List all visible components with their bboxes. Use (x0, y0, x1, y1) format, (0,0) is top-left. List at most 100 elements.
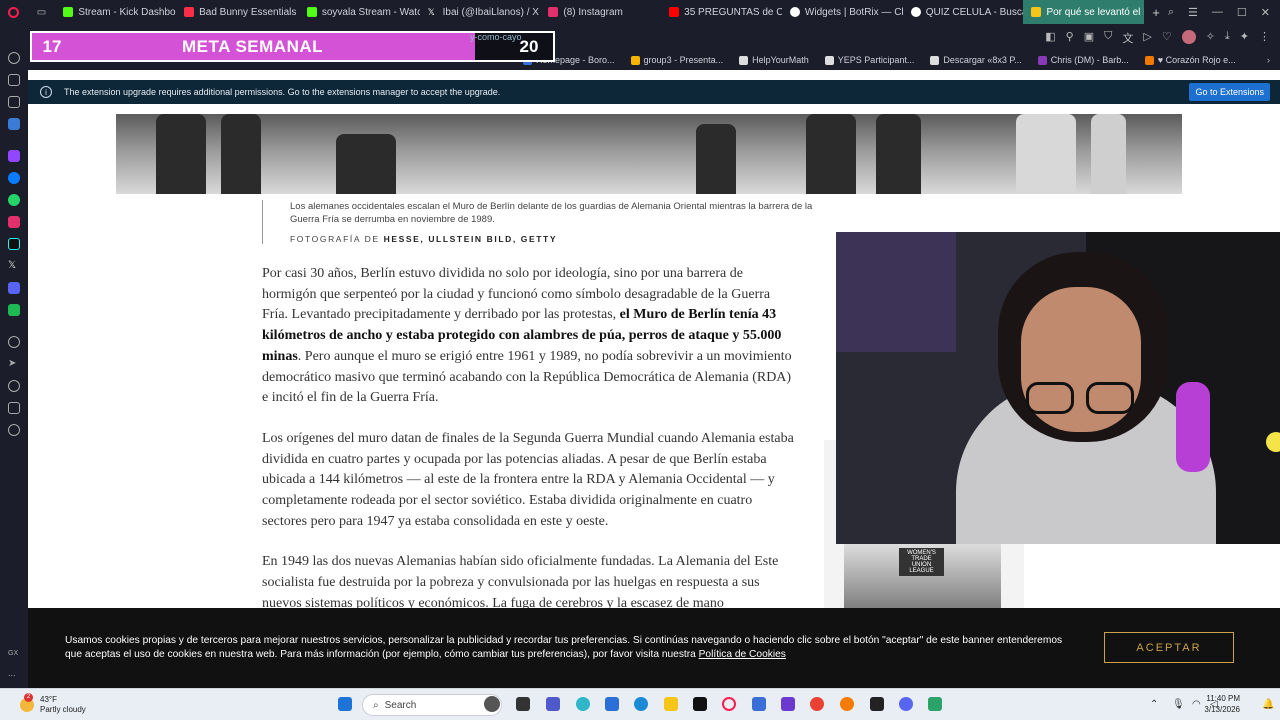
task-view-icon[interactable] (516, 697, 530, 711)
bookmark-chris[interactable]: Chris (DM) - Barb... (1030, 55, 1137, 65)
avatar[interactable] (1181, 30, 1196, 44)
teams-icon[interactable] (546, 697, 560, 711)
apple-music-icon (184, 7, 195, 17)
tab-bad-bunny[interactable]: Bad Bunny Essentials (176, 0, 299, 24)
twitch-icon[interactable] (8, 150, 20, 162)
game-icon[interactable] (870, 697, 884, 711)
bookmarks-more-icon[interactable]: › (1267, 55, 1280, 65)
tab-youtube[interactable]: 35 PREGUNTAS de CULT (661, 0, 782, 24)
file-explorer-icon[interactable] (664, 697, 678, 711)
search-highlight-icon[interactable] (484, 696, 500, 712)
maximize-icon[interactable]: ☐ (1237, 6, 1247, 19)
cookie-policy-link[interactable]: Política de Cookies (699, 649, 786, 660)
settings-icon[interactable] (8, 424, 20, 436)
play-icon[interactable]: ▷ (1143, 30, 1151, 46)
speed-dial-icon[interactable] (8, 52, 20, 64)
bookmark-group3[interactable]: group3 - Presenta... (623, 55, 732, 65)
clock[interactable]: 11:40 PM 3/13/2026 (1204, 693, 1240, 715)
discord-icon[interactable] (8, 282, 20, 294)
firefox-icon[interactable] (840, 697, 854, 711)
history-icon[interactable] (8, 380, 20, 392)
easy-setup-icon[interactable]: ☰ (1188, 6, 1198, 19)
glasses-left (1026, 382, 1074, 414)
search-tabs-icon[interactable]: ⌕ (1168, 6, 1174, 19)
kick-icon (306, 7, 317, 17)
wifi-icon[interactable]: ◠ (1192, 699, 1201, 710)
discord-icon[interactable] (899, 697, 913, 711)
toolbar-icons: ◧ ⚲ ▣ ⛉ 文 ▷ ♡ ✧ ⤓ ✦ ⋮ (1045, 30, 1270, 46)
bookmark-descargar[interactable]: Descargar «8x3 P... (922, 55, 1029, 65)
menu-icon[interactable]: ⋮ (1259, 30, 1270, 46)
tab-muro-berlin[interactable]: Por qué se levantó el Muro (1023, 0, 1145, 24)
tab-quiz-celula[interactable]: QUIZ CELULA - Buscar (903, 0, 1023, 24)
sidebar-more-icon[interactable]: ... (8, 668, 20, 680)
opera-gx-icon[interactable] (722, 697, 736, 711)
chevron-up-icon[interactable]: ⌃ (1150, 699, 1158, 710)
bookmark-yeps[interactable]: YEPS Participant... (817, 55, 923, 65)
bookmark-corazon[interactable]: ♥ Corazón Rojo e... (1137, 55, 1244, 65)
glasses-right (1086, 382, 1134, 414)
store-icon[interactable] (605, 697, 619, 711)
app-icon[interactable] (781, 697, 795, 711)
send-icon[interactable]: ➤ (8, 358, 20, 370)
weather-badge: 2 (24, 693, 33, 702)
pin-icon[interactable]: ⚲ (1066, 30, 1074, 46)
tab-kick-dashboard[interactable]: Stream - Kick Dashboard (55, 0, 176, 24)
bookmark-helpyourmath[interactable]: HelpYourMath (731, 55, 817, 65)
notification-bell-icon[interactable]: 🔔 (1262, 699, 1274, 710)
m-app-icon[interactable] (8, 118, 20, 130)
heart-icon[interactable]: ♡ (1162, 30, 1172, 46)
gx-corner-icon[interactable] (8, 96, 20, 108)
copilot-icon[interactable] (576, 697, 590, 711)
related-image[interactable]: WOMEN'S TRADE UNION LEAGUE (844, 544, 1001, 614)
instagram-icon[interactable] (8, 216, 20, 228)
temperature: 43°F (40, 695, 57, 704)
minimize-icon[interactable]: — (1212, 6, 1223, 19)
tiktok-icon[interactable] (8, 238, 20, 250)
messenger-icon[interactable] (8, 172, 20, 184)
app-green-icon[interactable] (928, 697, 942, 711)
accept-cookies-button[interactable]: ACEPTAR (1104, 632, 1234, 663)
x-icon[interactable]: 𝕏 (8, 260, 20, 272)
tab-menu-icon[interactable]: ▭ (28, 7, 56, 18)
vpn-icon[interactable]: ⛉ (1104, 30, 1112, 46)
translate-icon[interactable]: 文 (1122, 30, 1133, 46)
player-icon[interactable] (8, 336, 20, 348)
extension-banner-message: The extension upgrade requires additiona… (64, 87, 501, 97)
hero-photo (116, 114, 1182, 194)
gx-control-icon[interactable] (8, 74, 20, 86)
snapshot-icon[interactable]: ▣ (1084, 30, 1094, 46)
weather-widget[interactable]: 2 43°F Partly cloudy (20, 693, 86, 715)
info-icon: i (40, 86, 52, 98)
ai-icon[interactable]: ✦ (1240, 30, 1249, 46)
edge-icon[interactable] (634, 697, 648, 711)
go-to-extensions-button[interactable]: Go to Extensions (1189, 83, 1270, 101)
taskbar-search[interactable]: ⌕ Search (362, 694, 502, 716)
tab-ibai[interactable]: 𝕏 Ibai (@IbaiLlanos) / X (420, 0, 541, 24)
chrome-icon[interactable] (810, 697, 824, 711)
new-tab-button[interactable]: + (1144, 5, 1168, 20)
app-icon[interactable] (8, 304, 20, 316)
gx-label[interactable]: GX (8, 650, 20, 662)
whatsapp-icon[interactable] (8, 194, 20, 206)
download-icon[interactable]: ⤓ (1225, 30, 1230, 46)
start-icon[interactable] (338, 697, 352, 711)
close-icon[interactable]: ✕ (1261, 6, 1270, 19)
extension-upgrade-banner: i The extension upgrade requires additio… (28, 80, 1280, 104)
cookie-banner: Usamos cookies propias y de terceros par… (28, 608, 1280, 688)
tab-botrix[interactable]: Widgets | BotRix — Clou (782, 0, 903, 24)
split-screen-icon[interactable]: ◧ (1045, 30, 1055, 46)
avatar-icon (1037, 55, 1047, 65)
microphone-icon[interactable]: 🎙 (1172, 699, 1185, 710)
instagram-icon (548, 7, 559, 17)
tab-soyvala[interactable]: soyvala Stream - Watch (299, 0, 420, 24)
page-icon (739, 55, 749, 65)
extensions-icon[interactable]: ✧ (1206, 30, 1215, 46)
outlook-icon[interactable] (752, 697, 766, 711)
weekly-goal-overlay: 17 META SEMANAL y-como-cayo 20 (30, 31, 555, 62)
opera-gx-logo-icon[interactable] (0, 0, 28, 24)
tab-instagram[interactable]: (8) Instagram (540, 0, 661, 24)
extensions-icon[interactable] (8, 402, 20, 414)
tiktok-icon[interactable] (693, 697, 707, 711)
paragraph-2: Los orígenes del muro datan de finales d… (262, 430, 794, 529)
